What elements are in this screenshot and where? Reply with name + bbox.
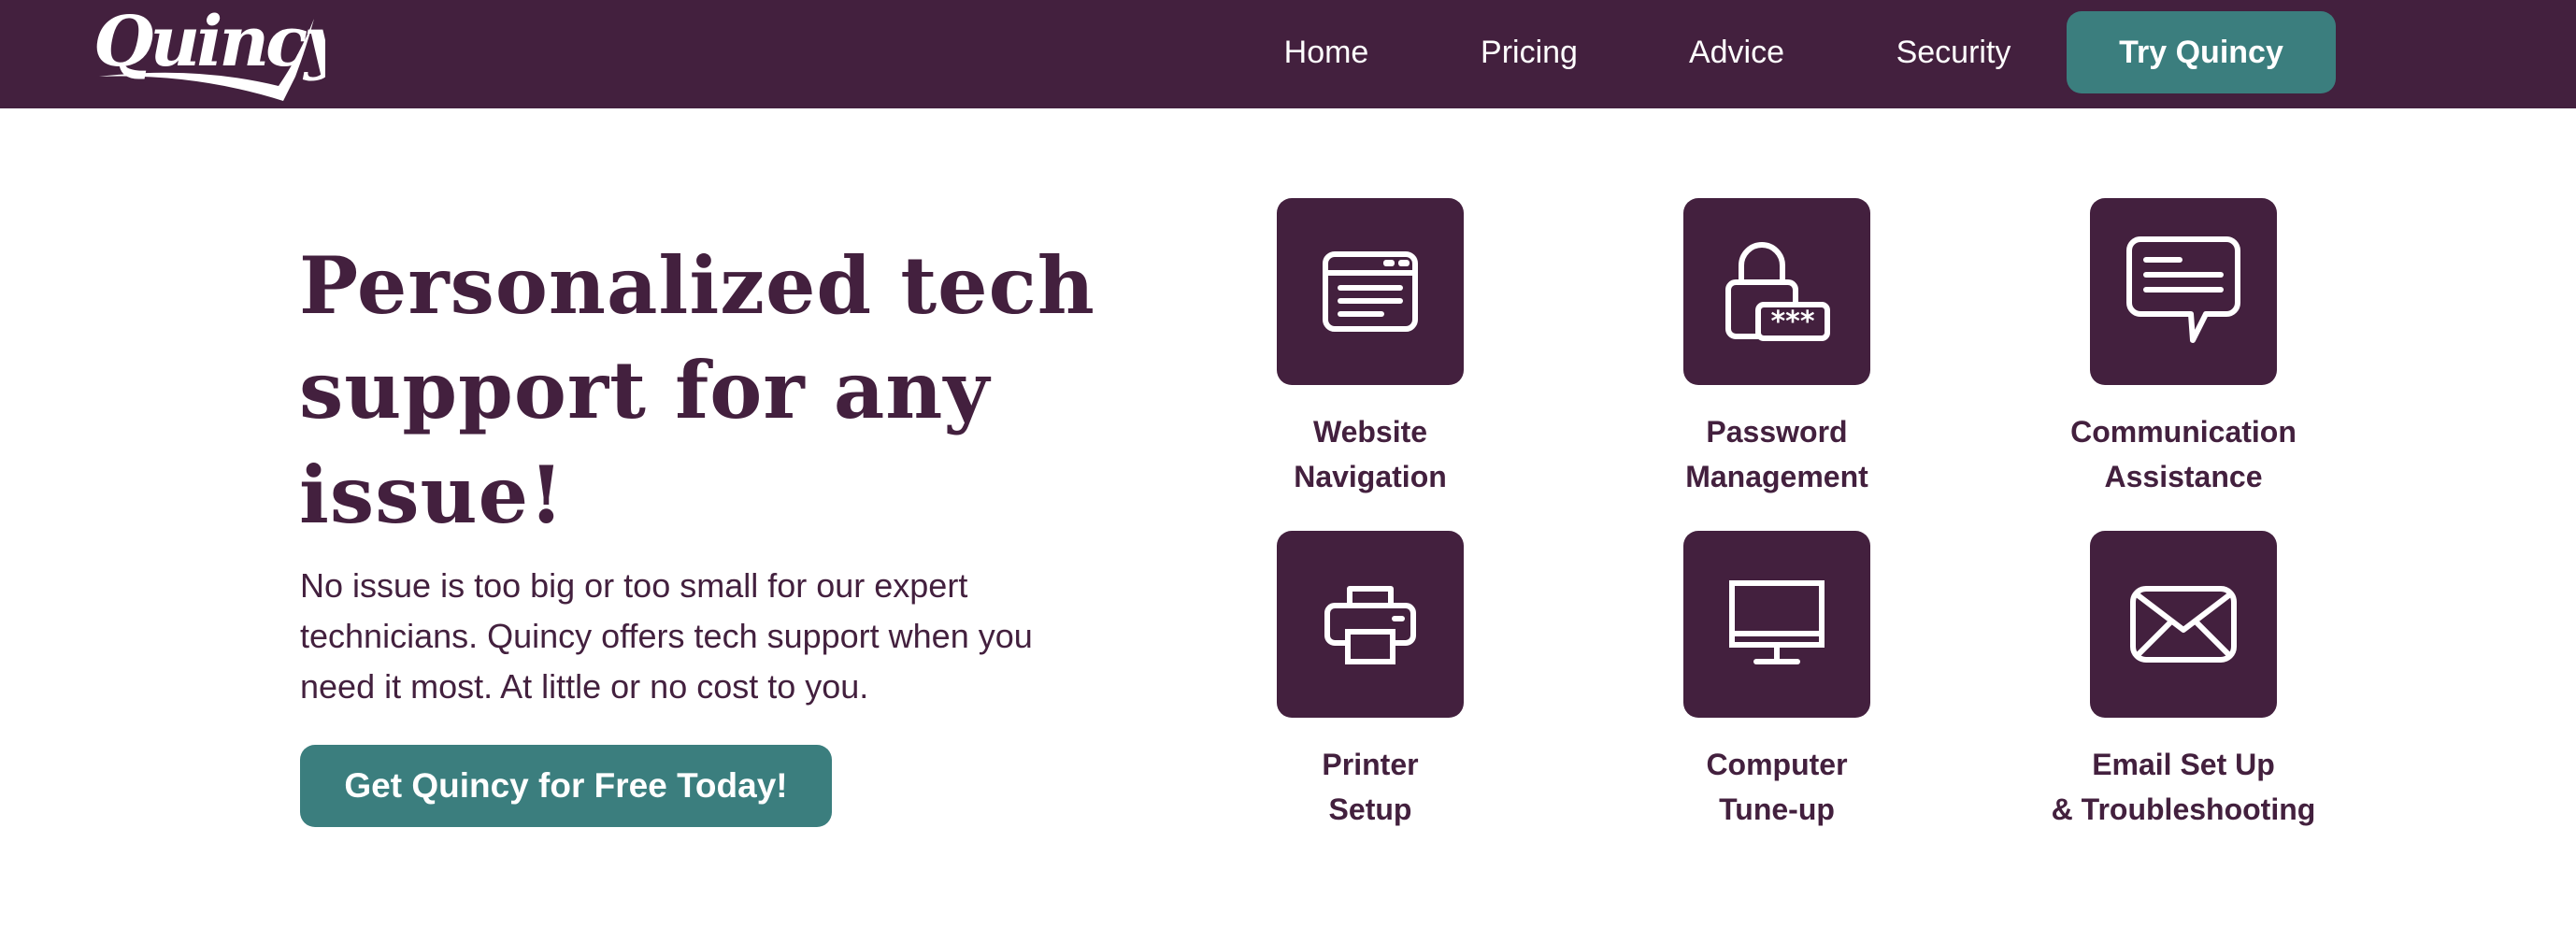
nav-security-link[interactable]: Security xyxy=(1895,36,2012,69)
envelope-icon xyxy=(2090,531,2277,718)
service-label-line: Password xyxy=(1706,415,1848,449)
quincy-logo-mark: Quincy xyxy=(93,2,325,101)
service-label-line: Tune-up xyxy=(1719,792,1835,826)
nav-home-link[interactable]: Home xyxy=(1282,36,1370,69)
service-label: Email Set Up & Troubleshooting xyxy=(1987,742,2380,832)
service-label-line: Email Set Up xyxy=(2092,748,2275,781)
browser-window-icon xyxy=(1277,198,1464,385)
service-label-line: Navigation xyxy=(1294,460,1447,493)
service-label-line: Management xyxy=(1685,460,1868,493)
get-quincy-free-button[interactable]: Get Quincy for Free Today! xyxy=(300,745,832,827)
service-label-line: Computer xyxy=(1706,748,1848,781)
try-quincy-button[interactable]: Try Quincy xyxy=(2067,11,2336,93)
nav-pricing-link[interactable]: Pricing xyxy=(1481,36,1578,69)
service-label: Website Navigation xyxy=(1174,409,1567,499)
service-label-line: Communication xyxy=(2070,415,2297,449)
service-label-line: Assistance xyxy=(2104,460,2263,493)
hero-description: No issue is too big or too small for our… xyxy=(300,566,1033,706)
service-label: Computer Tune-up xyxy=(1581,742,1973,832)
monitor-icon xyxy=(1683,531,1870,718)
quincy-logo[interactable]: Quincy xyxy=(92,0,325,108)
service-label: Communication Assistance xyxy=(1987,409,2380,499)
service-label: Password Management xyxy=(1581,409,1973,499)
service-label-line: Website xyxy=(1312,415,1428,449)
service-label-line: & Troubleshooting xyxy=(2051,792,2316,826)
service-label-line: Printer xyxy=(1322,748,1419,781)
page: Quincy Home Pricing Advice Security Try … xyxy=(0,0,2576,942)
chat-bubble-icon xyxy=(2090,198,2277,385)
svg-text:***: *** xyxy=(1770,306,1814,338)
nav-advice-link[interactable]: Advice xyxy=(1688,36,1785,69)
printer-icon xyxy=(1277,531,1464,718)
service-label-line: Setup xyxy=(1328,792,1412,826)
service-label: Printer Setup xyxy=(1174,742,1567,832)
page-title: Personalized tech support for any issue! xyxy=(299,239,1095,541)
site-header: Quincy Home Pricing Advice Security Try … xyxy=(0,0,2576,108)
padlock-password-icon: *** xyxy=(1683,198,1870,385)
